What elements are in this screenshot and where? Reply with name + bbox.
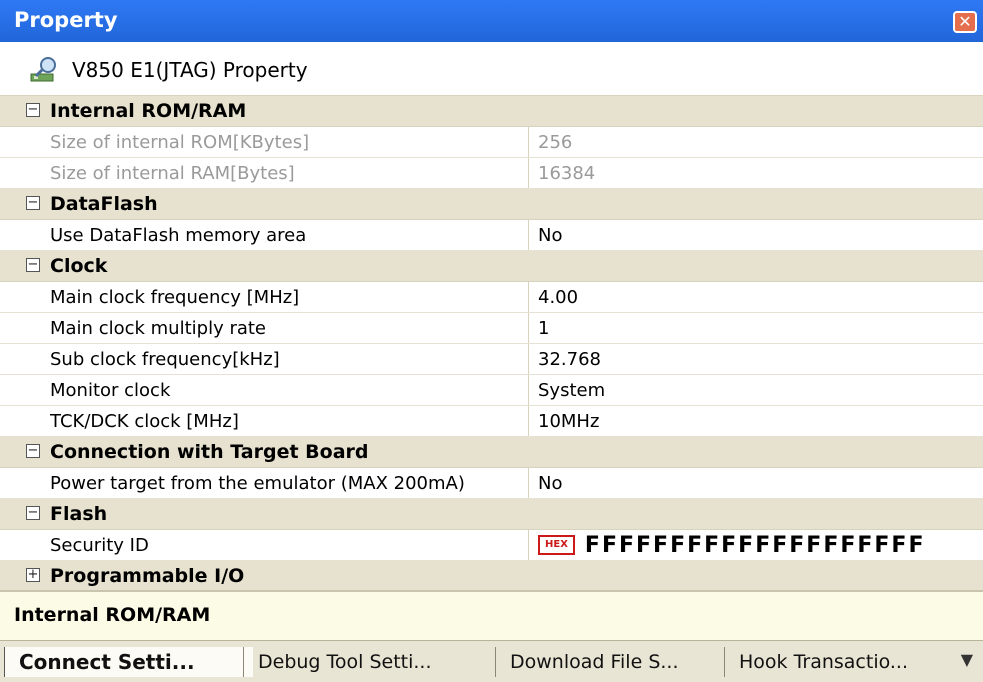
property-panel: Property ✕ V850 E1(JTAG) Property − Inter… xyxy=(0,0,983,682)
panel-title: Property xyxy=(14,8,118,32)
category-row[interactable]: − Flash xyxy=(0,499,983,530)
property-name: Security ID xyxy=(50,534,149,556)
property-name: Monitor clock xyxy=(50,379,171,401)
category-label: Flash xyxy=(50,503,108,525)
property-name: Size of internal ROM[KBytes] xyxy=(50,131,310,153)
column-divider[interactable] xyxy=(528,468,529,498)
property-row[interactable]: Sub clock frequency[kHz] 32.768 xyxy=(0,344,983,375)
tab-4[interactable]: Hook Transactio... xyxy=(724,647,963,677)
property-icon xyxy=(30,57,56,82)
tab-bar: ▼ Connect Setti... Debug Tool Setti... Dow… xyxy=(0,640,983,682)
column-divider[interactable] xyxy=(528,313,529,343)
property-row[interactable]: TCK/DCK clock [MHz] 10MHz xyxy=(0,406,983,437)
property-value[interactable]: 4.00 xyxy=(538,287,578,308)
close-button[interactable]: ✕ xyxy=(953,11,977,33)
property-row[interactable]: Monitor clock System xyxy=(0,375,983,406)
description-panel: Internal ROM/RAM xyxy=(0,590,983,640)
property-value[interactable]: 1 xyxy=(538,318,549,339)
property-name: Main clock frequency [MHz] xyxy=(50,286,300,308)
collapse-icon[interactable]: − xyxy=(26,506,40,520)
property-owner-label: V850 E1(JTAG) Property xyxy=(72,58,308,82)
property-value[interactable]: 10MHz xyxy=(538,411,599,432)
category-label: Programmable I/O xyxy=(50,565,245,587)
property-name: Power target from the emulator (MAX 200m… xyxy=(50,472,465,494)
category-row[interactable]: − Clock xyxy=(0,251,983,282)
property-value: 16384 xyxy=(538,162,596,184)
property-row[interactable]: Size of internal RAM[Bytes] 16384 xyxy=(0,158,983,189)
property-header: V850 E1(JTAG) Property xyxy=(0,44,983,96)
property-value[interactable]: No xyxy=(538,473,562,494)
column-divider[interactable] xyxy=(528,127,529,157)
collapse-icon[interactable]: − xyxy=(26,444,40,458)
property-value: 256 xyxy=(538,131,573,153)
property-grid: − Internal ROM/RAM Size of internal ROM[KB… xyxy=(0,96,983,592)
property-name: Use DataFlash memory area xyxy=(50,224,307,246)
property-value[interactable]: HEX FFFFFFFFFFFFFFFFFFFF xyxy=(538,533,926,558)
property-name: Sub clock frequency[kHz] xyxy=(50,348,280,370)
expand-icon[interactable]: + xyxy=(26,568,40,582)
column-divider[interactable] xyxy=(528,220,529,250)
tab-1[interactable]: Connect Setti... xyxy=(4,647,253,677)
property-name: Main clock multiply rate xyxy=(50,317,267,339)
collapse-icon[interactable]: − xyxy=(26,196,40,210)
title-bar[interactable]: Property ✕ xyxy=(0,0,983,42)
category-label: DataFlash xyxy=(50,193,158,215)
property-value[interactable]: System xyxy=(538,380,605,401)
property-row[interactable]: Security ID HEX FFFFFFFFFFFFFFFFFFFF xyxy=(0,530,983,561)
property-name: Size of internal RAM[Bytes] xyxy=(50,162,295,184)
column-divider[interactable] xyxy=(528,375,529,405)
property-row[interactable]: Main clock frequency [MHz] 4.00 xyxy=(0,282,983,313)
property-row[interactable]: Power target from the emulator (MAX 200m… xyxy=(0,468,983,499)
property-row[interactable]: Use DataFlash memory area No xyxy=(0,220,983,251)
property-value[interactable]: 32.768 xyxy=(538,349,601,370)
collapse-icon[interactable]: − xyxy=(26,258,40,272)
hex-badge: HEX xyxy=(538,535,575,555)
column-divider[interactable] xyxy=(528,406,529,436)
category-label: Internal ROM/RAM xyxy=(50,100,247,122)
category-label: Clock xyxy=(50,255,108,277)
category-row[interactable]: − Connection with Target Board xyxy=(0,437,983,468)
tab-3[interactable]: Download File S... xyxy=(495,647,734,677)
category-row[interactable]: − DataFlash xyxy=(0,189,983,220)
property-row[interactable]: Main clock multiply rate 1 xyxy=(0,313,983,344)
security-id-value[interactable]: FFFFFFFFFFFFFFFFFFFF xyxy=(585,533,926,558)
collapse-icon[interactable]: − xyxy=(26,103,40,117)
column-divider[interactable] xyxy=(528,530,529,560)
tab-2[interactable]: Debug Tool Setti... xyxy=(243,647,504,677)
property-value[interactable]: No xyxy=(538,225,562,246)
column-divider[interactable] xyxy=(528,158,529,188)
column-divider[interactable] xyxy=(528,282,529,312)
property-row[interactable]: Size of internal ROM[KBytes] 256 xyxy=(0,127,983,158)
description-text: Internal ROM/RAM xyxy=(14,604,211,626)
close-icon: ✕ xyxy=(958,12,972,31)
category-row[interactable]: + Programmable I/O xyxy=(0,561,983,592)
column-divider[interactable] xyxy=(528,344,529,374)
category-row[interactable]: − Internal ROM/RAM xyxy=(0,96,983,127)
category-label: Connection with Target Board xyxy=(50,441,369,463)
property-name: TCK/DCK clock [MHz] xyxy=(50,410,239,432)
